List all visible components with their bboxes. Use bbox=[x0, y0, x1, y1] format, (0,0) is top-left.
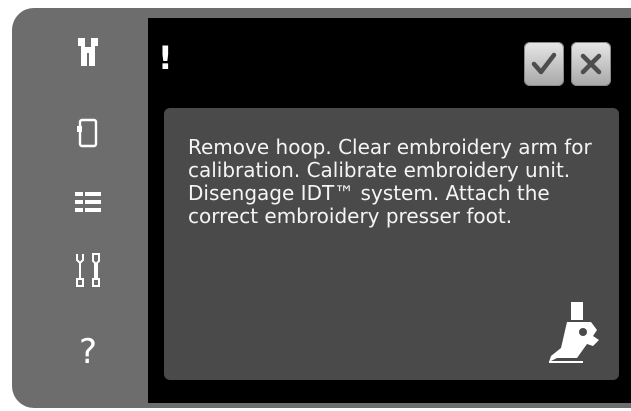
close-button[interactable] bbox=[571, 42, 611, 86]
hoop-icon bbox=[77, 118, 98, 148]
settings-tools-icon bbox=[76, 253, 100, 287]
sidebar: ? bbox=[12, 8, 148, 408]
menu-button[interactable] bbox=[60, 176, 116, 228]
menu-list-icon bbox=[75, 192, 101, 212]
help-icon: ? bbox=[78, 332, 98, 372]
device-bezel: ? ! Remove hoop. Clear embroidery arm fo… bbox=[12, 8, 631, 408]
screen: ! Remove hoop. Clear embroidery arm for … bbox=[148, 18, 631, 403]
close-icon bbox=[580, 53, 602, 75]
machine-icon bbox=[78, 38, 98, 66]
settings-button[interactable] bbox=[60, 244, 116, 296]
machine-button[interactable] bbox=[60, 26, 116, 78]
checkmark-icon bbox=[531, 52, 557, 75]
help-button[interactable]: ? bbox=[60, 326, 116, 378]
hoop-button[interactable] bbox=[60, 106, 116, 158]
alert-icon: ! bbox=[158, 39, 173, 77]
ok-button[interactable] bbox=[524, 42, 564, 86]
message-panel: Remove hoop. Clear embroidery arm for ca… bbox=[164, 108, 619, 380]
presser-foot-icon bbox=[549, 302, 599, 363]
message-text: Remove hoop. Clear embroidery arm for ca… bbox=[188, 135, 592, 228]
